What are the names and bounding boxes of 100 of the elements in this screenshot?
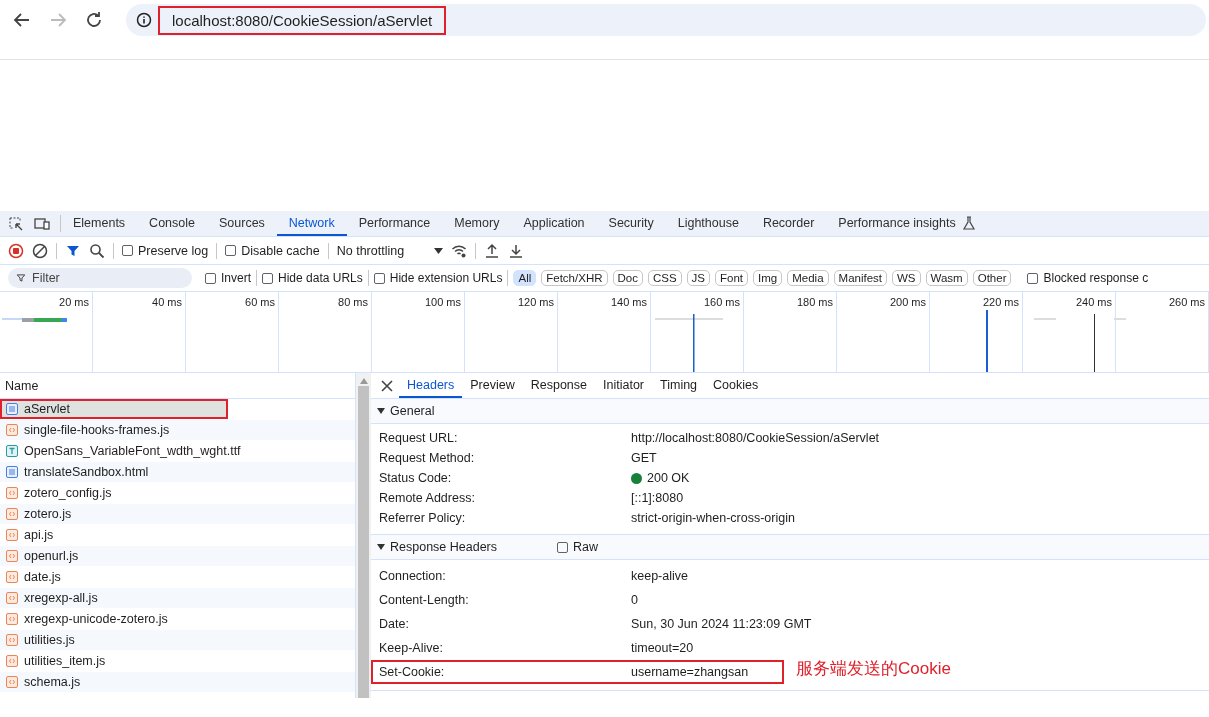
header-value: 0	[631, 593, 638, 607]
devtools-tab[interactable]: Recorder	[750, 211, 827, 236]
checkbox[interactable]	[373, 272, 385, 284]
request-name: single-file-hooks-frames.js	[24, 423, 170, 437]
request-row[interactable]: zotero.js	[0, 504, 355, 524]
column-header[interactable]: Name	[5, 378, 39, 393]
option-label: Preserve log	[138, 243, 209, 258]
header-value: 200 OK	[647, 471, 690, 485]
clear-icon[interactable]	[32, 242, 48, 259]
detail-tab[interactable]: Preview	[462, 373, 523, 398]
header-value: timeout=20	[631, 641, 694, 655]
type-filter-chip[interactable]: Doc	[612, 270, 643, 286]
inspect-icon[interactable]	[8, 215, 24, 232]
script-icon	[6, 634, 18, 646]
section-title[interactable]: General	[390, 404, 435, 418]
scrollbar[interactable]	[356, 373, 371, 698]
request-row[interactable]: utilities.js	[0, 630, 355, 650]
script-icon	[6, 592, 18, 604]
devtools-tab[interactable]: Elements	[61, 211, 138, 236]
detail-tab[interactable]: Initiator	[595, 373, 652, 398]
search-icon[interactable]	[89, 242, 105, 259]
throttling-dropdown[interactable]: No throttling	[336, 243, 444, 258]
info-icon[interactable]	[136, 12, 152, 28]
section-title[interactable]: Response Headers	[390, 540, 497, 554]
devtools-tab[interactable]: Memory	[442, 211, 512, 236]
type-filter-chip[interactable]: JS	[686, 270, 711, 286]
header-value: [::1]:8080	[631, 491, 684, 505]
address-bar[interactable]: localhost:8080/CookieSession/aServlet	[126, 4, 1206, 36]
checkbox[interactable]	[557, 541, 568, 553]
type-filter-chip[interactable]: All	[513, 270, 537, 286]
time-tick-label: 240 ms	[1075, 296, 1112, 308]
record-icon[interactable]	[8, 242, 24, 259]
type-filter-chip[interactable]: Manifest	[833, 270, 887, 286]
filter-field[interactable]: Filter	[8, 268, 192, 288]
devtools-tab[interactable]: Application	[511, 211, 597, 236]
type-filter-chip[interactable]: CSS	[647, 270, 682, 286]
devtools-tab[interactable]: Network	[276, 211, 347, 236]
request-row[interactable]: single-file-hooks-frames.js	[0, 420, 355, 440]
script-icon	[6, 487, 18, 499]
font-file-icon	[6, 445, 18, 457]
request-row[interactable]: utilities_item.js	[0, 651, 355, 671]
request-row[interactable]: aServlet	[0, 399, 228, 419]
download-icon[interactable]	[508, 242, 525, 259]
header-value: GET	[631, 451, 657, 465]
close-icon[interactable]	[379, 377, 395, 394]
status-dot	[631, 472, 642, 484]
type-filter-chip[interactable]: Fetch/XHR	[541, 270, 608, 286]
checkbox[interactable]	[205, 272, 216, 284]
script-icon	[6, 655, 18, 667]
option-label: Raw	[573, 540, 599, 554]
type-filter-chip[interactable]: Media	[787, 270, 829, 286]
request-name: OpenSans_VariableFont_wdth_wght.ttf	[24, 444, 241, 458]
request-row[interactable]: schema.js	[0, 672, 355, 692]
device-icon[interactable]	[34, 215, 50, 232]
detail-tab[interactable]: Response	[522, 373, 595, 398]
devtools-tab[interactable]: Lighthouse	[665, 211, 751, 236]
script-icon	[6, 613, 18, 625]
request-row[interactable]: translateSandbox.html	[0, 462, 355, 482]
request-name: utilities_item.js	[24, 654, 106, 668]
devtools-tab[interactable]: Sources	[207, 211, 277, 236]
devtools-tab[interactable]: Performance	[346, 211, 443, 236]
type-filter-chip[interactable]: Img	[753, 270, 783, 286]
option-label: Blocked response c	[1043, 271, 1149, 285]
header-name: Request Method:	[379, 451, 476, 465]
header-value: http://localhost:8080/CookieSession/aServlet	[631, 431, 880, 445]
devtools-tab[interactable]: Performance insights	[826, 211, 989, 236]
request-row[interactable]: api.js	[0, 525, 355, 545]
devtools-tab[interactable]: Console	[137, 211, 207, 236]
request-name: xregexp-all.js	[24, 591, 98, 605]
type-filter-chip[interactable]: Wasm	[925, 270, 968, 286]
collapse-icon[interactable]	[377, 407, 385, 415]
annotation-text: 服务端发送的Cookie	[796, 658, 951, 680]
request-row[interactable]: OpenSans_VariableFont_wdth_wght.ttf	[0, 441, 355, 461]
request-row[interactable]: zotero_config.js	[0, 483, 355, 503]
request-row[interactable]: xregexp-all.js	[0, 588, 355, 608]
checkbox[interactable]	[262, 272, 273, 284]
time-tick-label: 120 ms	[517, 296, 554, 308]
time-tick-label: 80 ms	[338, 296, 368, 308]
type-filter-chip[interactable]: WS	[892, 270, 921, 286]
detail-tab[interactable]: Cookies	[705, 373, 767, 398]
type-filter-chip[interactable]: Other	[972, 270, 1012, 286]
header-name: Connection:	[379, 569, 447, 583]
checkbox[interactable]	[225, 245, 237, 256]
checkbox[interactable]	[1027, 272, 1039, 284]
devtools-tab[interactable]: Security	[596, 211, 666, 236]
dropdown-icon	[434, 247, 444, 254]
script-icon	[6, 424, 18, 436]
time-tick-label: 200 ms	[889, 296, 926, 308]
checkbox[interactable]	[122, 245, 133, 256]
detail-tab[interactable]: Timing	[652, 373, 706, 398]
request-row[interactable]: openurl.js	[0, 546, 355, 566]
option-label: Invert	[221, 271, 251, 285]
request-row[interactable]: date.js	[0, 567, 355, 587]
request-row[interactable]: xregexp-unicode-zotero.js	[0, 609, 355, 629]
upload-icon[interactable]	[484, 242, 501, 259]
time-tick-label: 180 ms	[796, 296, 833, 308]
type-filter-chip[interactable]: Font	[715, 270, 749, 286]
collapse-icon[interactable]	[377, 543, 385, 551]
document-icon	[6, 466, 18, 478]
header-value: strict-origin-when-cross-origin	[631, 511, 795, 525]
